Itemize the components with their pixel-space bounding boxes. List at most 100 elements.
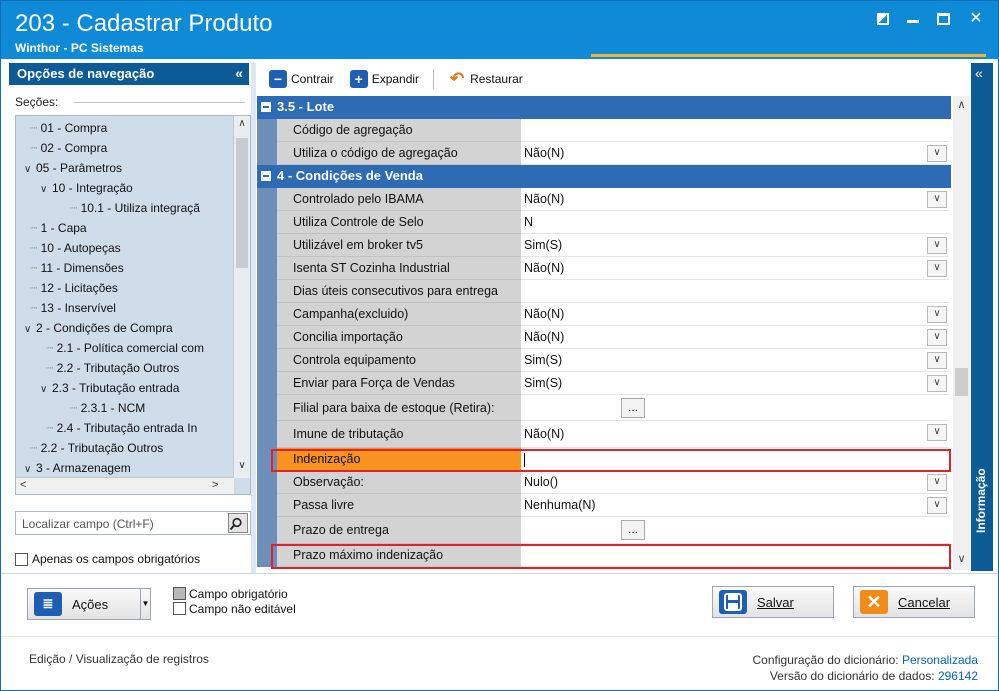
- property-row[interactable]: Prazo de entrega...: [257, 517, 951, 544]
- property-select[interactable]: Não(N) ∨: [521, 257, 949, 280]
- chevron-down-icon[interactable]: ∨: [927, 352, 947, 369]
- property-row[interactable]: Concilia importação Não(N) ∨: [257, 326, 951, 349]
- scroll-right-icon[interactable]: >: [212, 479, 218, 491]
- property-row[interactable]: Prazo máximo indenização: [257, 544, 951, 567]
- chevron-down-icon[interactable]: ∨: [927, 306, 947, 323]
- group-header[interactable]: 3.5 - Lote: [257, 96, 951, 119]
- property-select[interactable]: Nenhuma(N) ∨: [521, 494, 949, 517]
- tree-expander-icon[interactable]: ∨: [24, 460, 36, 480]
- property-row[interactable]: Indenização: [257, 448, 951, 471]
- property-input[interactable]: [521, 280, 949, 303]
- property-row[interactable]: Dias úteis consecutivos para entrega: [257, 280, 951, 303]
- tree-scroll-thumb[interactable]: [236, 138, 248, 268]
- tree-item[interactable]: ┈ 2.2 - Tributação Outros: [46, 358, 179, 378]
- required-only-option[interactable]: Apenas os campos obrigatórios: [15, 552, 200, 566]
- tree-vertical-scrollbar[interactable]: ∧ ∨: [233, 116, 250, 478]
- property-select[interactable]: Não(N) ∨: [521, 303, 949, 326]
- grid-scroll-thumb[interactable]: [955, 368, 968, 396]
- property-row[interactable]: Campanha(excluido) Não(N) ∨: [257, 303, 951, 326]
- tree-item[interactable]: ┈ 1 - Capa: [30, 218, 87, 238]
- info-panel[interactable]: « Informação: [971, 63, 993, 571]
- maximize-icon[interactable]: [937, 13, 950, 25]
- property-select[interactable]: Nulo() ∨: [521, 471, 949, 494]
- required-only-checkbox[interactable]: [15, 552, 28, 566]
- property-row[interactable]: Imune de tributação Não(N) ∨: [257, 421, 951, 448]
- tree-item[interactable]: ┈ 13 - Inservível: [30, 298, 116, 318]
- property-row[interactable]: Enviar para Força de Vendas Sim(S) ∨: [257, 372, 951, 395]
- chevron-down-icon[interactable]: ∨: [927, 497, 947, 514]
- expand-button[interactable]: + Expandir: [344, 66, 425, 92]
- tree-expander-icon[interactable]: ∨: [40, 180, 52, 200]
- group-header[interactable]: 4 - Condições de Venda: [257, 165, 951, 188]
- chevron-down-icon[interactable]: ∨: [927, 191, 947, 208]
- collapse-group-icon[interactable]: [261, 102, 271, 112]
- chevron-down-icon[interactable]: ∨: [927, 237, 947, 254]
- property-select[interactable]: Sim(S) ∨: [521, 234, 949, 257]
- tree-item[interactable]: ∨ 05 - Parâmetros: [24, 158, 122, 178]
- panel-splitter[interactable]: [251, 63, 256, 573]
- field-search[interactable]: Localizar campo (Ctrl+F): [15, 511, 251, 535]
- tree-expander-icon[interactable]: ∨: [40, 380, 52, 400]
- tree-item[interactable]: ┈ 2.3.1 - NCM: [70, 398, 145, 418]
- chevron-down-icon[interactable]: ∨: [927, 145, 947, 162]
- tree-item[interactable]: ∨ 3 - Armazenagem: [24, 458, 131, 478]
- collapse-group-icon[interactable]: [261, 171, 271, 181]
- property-row[interactable]: Filial para baixa de estoque (Retira):..…: [257, 395, 951, 421]
- grid-scroll-up-icon[interactable]: ∧: [953, 98, 970, 111]
- actions-button[interactable]: ≣ Ações ▼: [27, 588, 151, 620]
- property-select[interactable]: Sim(S) ∨: [521, 372, 949, 395]
- tree-item[interactable]: ┈ 2.1 - Política comercial com: [46, 338, 204, 358]
- property-select[interactable]: Não(N) ∨: [521, 188, 949, 211]
- property-input[interactable]: [521, 544, 949, 567]
- property-row[interactable]: Utilizável em broker tv5 Sim(S) ∨: [257, 234, 951, 257]
- collapse-nav-icon[interactable]: «: [235, 65, 243, 81]
- minimize-icon[interactable]: [907, 11, 919, 23]
- actions-dropdown-icon[interactable]: ▼: [140, 589, 150, 619]
- tree-item[interactable]: ┈ 11 - Dimensões: [30, 258, 124, 278]
- property-select[interactable]: Não(N) ∨: [521, 142, 949, 165]
- property-row[interactable]: Controla equipamento Sim(S) ∨: [257, 349, 951, 372]
- chevron-down-icon[interactable]: ∨: [927, 474, 947, 491]
- chevron-down-icon[interactable]: ∨: [927, 424, 947, 441]
- chevron-down-icon[interactable]: ∨: [927, 375, 947, 392]
- cancel-button[interactable]: ✕ Cancelar: [853, 586, 975, 618]
- property-row[interactable]: Utiliza o código de agregação Não(N) ∨: [257, 142, 951, 165]
- tree-item[interactable]: ┈ 2.4 - Tributação entrada In: [46, 418, 197, 438]
- tree-item[interactable]: ∨ 10 - Integração: [40, 178, 133, 198]
- grid-vertical-scrollbar[interactable]: ∧ ∨: [953, 96, 970, 570]
- ellipsis-button[interactable]: ...: [621, 398, 645, 418]
- property-select[interactable]: Não(N) ∨: [521, 326, 949, 349]
- property-input[interactable]: N: [521, 211, 949, 234]
- tree-item[interactable]: ┈ 2.2 - Tributação Outros: [30, 438, 163, 458]
- tree-item[interactable]: ┈ 10.1 - Utiliza integraçã: [70, 198, 200, 218]
- property-row[interactable]: Observação: Nulo() ∨: [257, 471, 951, 494]
- sections-tree[interactable]: ∧ ∨ < > ┈ 01 - Compra ┈ 02 - Compra ∨ 05 - …: [15, 115, 251, 495]
- ellipsis-button[interactable]: ...: [621, 520, 645, 540]
- property-row[interactable]: Isenta ST Cozinha Industrial Não(N) ∨: [257, 257, 951, 280]
- search-input[interactable]: Localizar campo (Ctrl+F): [22, 517, 154, 531]
- grid-scroll-down-icon[interactable]: ∨: [953, 552, 970, 565]
- tree-horizontal-scrollbar[interactable]: < >: [16, 477, 234, 494]
- tree-item[interactable]: ┈ 12 - Licitações: [30, 278, 118, 298]
- collapse-button[interactable]: − Contrair: [263, 66, 340, 92]
- restore-down-icon[interactable]: [877, 13, 889, 25]
- property-row[interactable]: Passa livre Nenhuma(N) ∨: [257, 494, 951, 517]
- tree-expander-icon[interactable]: ∨: [24, 160, 36, 180]
- tree-expander-icon[interactable]: ∨: [24, 320, 36, 340]
- tree-item[interactable]: ∨ 2.3 - Tributação entrada: [40, 378, 179, 398]
- search-button[interactable]: [228, 513, 248, 533]
- property-input[interactable]: [521, 448, 949, 471]
- tree-item[interactable]: ∨ 2 - Condições de Compra: [24, 318, 173, 338]
- chevron-down-icon[interactable]: ∨: [927, 260, 947, 277]
- scroll-up-icon[interactable]: ∧: [234, 118, 250, 129]
- property-row[interactable]: Utiliza Controle de Selo N: [257, 211, 951, 234]
- scroll-down-icon[interactable]: ∨: [234, 460, 250, 471]
- property-select[interactable]: Não(N) ∨: [521, 421, 949, 448]
- property-row[interactable]: Código de agregação: [257, 119, 951, 142]
- restore-button[interactable]: ↶ Restaurar: [442, 66, 529, 92]
- property-input[interactable]: ...: [521, 517, 949, 544]
- property-row[interactable]: Controlado pelo IBAMA Não(N) ∨: [257, 188, 951, 211]
- save-button[interactable]: Salvar: [712, 586, 834, 618]
- close-icon[interactable]: ✕: [968, 11, 984, 27]
- tree-item[interactable]: ┈ 10 - Autopeças: [30, 238, 121, 258]
